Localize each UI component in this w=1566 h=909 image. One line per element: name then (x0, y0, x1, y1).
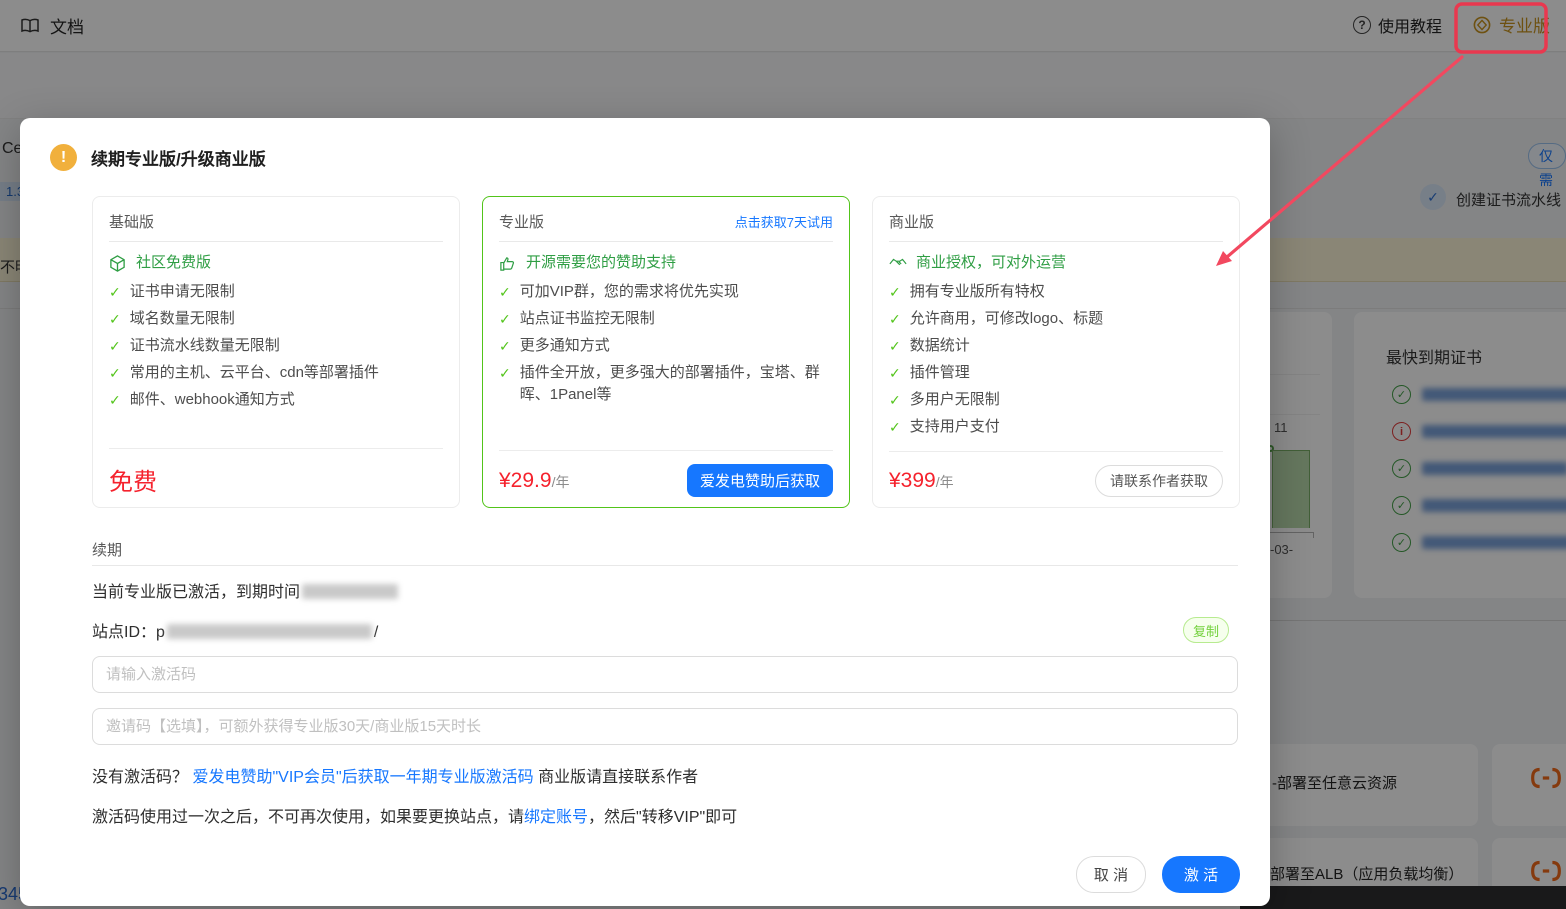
invite-code-input[interactable] (92, 708, 1238, 745)
plan-feature: 站点证书监控无限制 (519, 310, 655, 327)
plan-card-basic: 基础版 社区免费版 ✓ 证书申请无限制 ✓ 域名数量无限制 ✓ 证书流水线数量无限制 … (92, 196, 460, 508)
plan-feature: 允许商用，可修改logo、标题 (909, 310, 1104, 327)
plan-feature: 多用户无限制 (909, 391, 1000, 408)
bind-account-link[interactable]: 绑定账号 (524, 809, 588, 826)
check-icon: ✓ (889, 338, 901, 354)
help-text: 没有激活码？ (92, 769, 189, 786)
plan-card-pro: 专业版 点击获取7天试用 开源需要您的赞助支持 ✓ 可加VIP群，您的需求将优先实… (482, 196, 850, 508)
handshake-icon (889, 252, 907, 274)
plan-card-business: 商业版 商业授权，可对外运营 ✓ 拥有专业版所有特权 ✓ 允许商用，可修改logo、… (872, 196, 1240, 508)
site-id-value: p (156, 624, 165, 641)
plan-feature: 常用的主机、云平台、cdn等部署插件 (129, 364, 379, 381)
plan-feature: 域名数量无限制 (129, 310, 235, 327)
check-icon: ✓ (889, 311, 901, 327)
check-icon: ✓ (889, 392, 901, 408)
renew-section-title: 续期 (92, 542, 123, 559)
plan-feature: 证书流水线数量无限制 (129, 337, 280, 354)
plan-feature: 可加VIP群，您的需求将优先实现 (519, 283, 739, 300)
check-icon: ✓ (109, 392, 121, 408)
plan-price: ¥399 (889, 469, 936, 492)
upgrade-modal: ! 续期专业版/升级商业版 基础版 社区免费版 ✓ 证书申请无限制 ✓ 域名数量无限… (20, 118, 1270, 906)
blurred-site-id (166, 624, 372, 639)
check-icon: ✓ (109, 338, 121, 354)
modal-title: 续期专业版/升级商业版 (91, 150, 266, 169)
afdian-sponsor-link[interactable]: 爱发电赞助"VIP会员"后获取一年期专业版激活码 (192, 769, 533, 786)
check-icon: ✓ (499, 311, 511, 327)
check-icon: ✓ (109, 365, 121, 381)
plan-highlight: 商业授权，可对外运营 (916, 254, 1067, 271)
sponsor-get-button[interactable]: 爱发电赞助后获取 (686, 464, 833, 497)
plan-name: 商业版 (889, 214, 935, 231)
site-id-suffix: / (373, 624, 379, 641)
plan-price-unit: /年 (551, 473, 570, 490)
plan-feature: 邮件、webhook通知方式 (129, 391, 295, 408)
activation-note-line: 激活码使用过一次之后，不可再次使用，如果要更换站点，请绑定账号，然后"转移VIP… (92, 803, 737, 827)
check-icon: ✓ (889, 419, 901, 435)
site-id-label: 站点ID： (92, 624, 157, 641)
note-text: ，然后"转移VIP"即可 (588, 809, 738, 826)
plan-feature: 更多通知方式 (519, 337, 610, 354)
plan-feature: 支持用户支付 (909, 418, 1000, 435)
blurred-expiry-date (302, 584, 399, 599)
status-text: 当前专业版已激活，到期时间 (92, 584, 301, 601)
plan-name: 基础版 (109, 214, 155, 231)
trial-link[interactable]: 点击获取7天试用 (735, 212, 833, 231)
divider (92, 565, 1238, 566)
check-icon: ✓ (499, 284, 511, 300)
plan-feature: 证书申请无限制 (129, 283, 235, 300)
check-icon: ✓ (499, 338, 511, 354)
plan-name: 专业版 (499, 214, 545, 231)
check-icon: ✓ (889, 284, 901, 300)
check-icon: ✓ (889, 365, 901, 381)
warning-icon: ! (50, 144, 77, 171)
activation-code-input[interactable] (92, 656, 1238, 693)
plan-price: ¥29.9 (499, 468, 552, 492)
activate-button[interactable]: 激 活 (1162, 856, 1240, 893)
copy-button[interactable]: 复制 (1183, 617, 1229, 643)
plan-price-unit: /年 (935, 474, 954, 490)
check-icon: ✓ (109, 311, 121, 327)
cancel-button[interactable]: 取 消 (1076, 856, 1146, 893)
plan-feature: 拥有专业版所有特权 (909, 283, 1045, 300)
plan-feature: 数据统计 (909, 337, 970, 354)
plan-highlight: 社区免费版 (136, 254, 212, 271)
package-icon (109, 252, 127, 274)
plan-feature: 插件全开放，更多强大的部署插件，宝塔、群晖、1Panel等 (519, 364, 820, 403)
check-icon: ✓ (499, 365, 511, 381)
note-text: 激活码使用过一次之后，不可再次使用，如果要更换站点，请 (92, 809, 525, 826)
activation-status: 当前专业版已激活，到期时间 (92, 578, 400, 602)
thumbs-up-icon (499, 252, 517, 274)
contact-author-button[interactable]: 请联系作者获取 (1095, 465, 1223, 497)
plan-feature: 插件管理 (909, 364, 970, 381)
plan-highlight: 开源需要您的赞助支持 (526, 254, 677, 271)
check-icon: ✓ (109, 284, 121, 300)
site-id-line: 站点ID：p / (92, 618, 378, 642)
help-text: 商业版请直接联系作者 (538, 769, 699, 786)
plan-price: 免费 (109, 469, 157, 496)
no-code-help-line: 没有激活码？ 爱发电赞助"VIP会员"后获取一年期专业版激活码 商业版请直接联系… (92, 763, 698, 787)
